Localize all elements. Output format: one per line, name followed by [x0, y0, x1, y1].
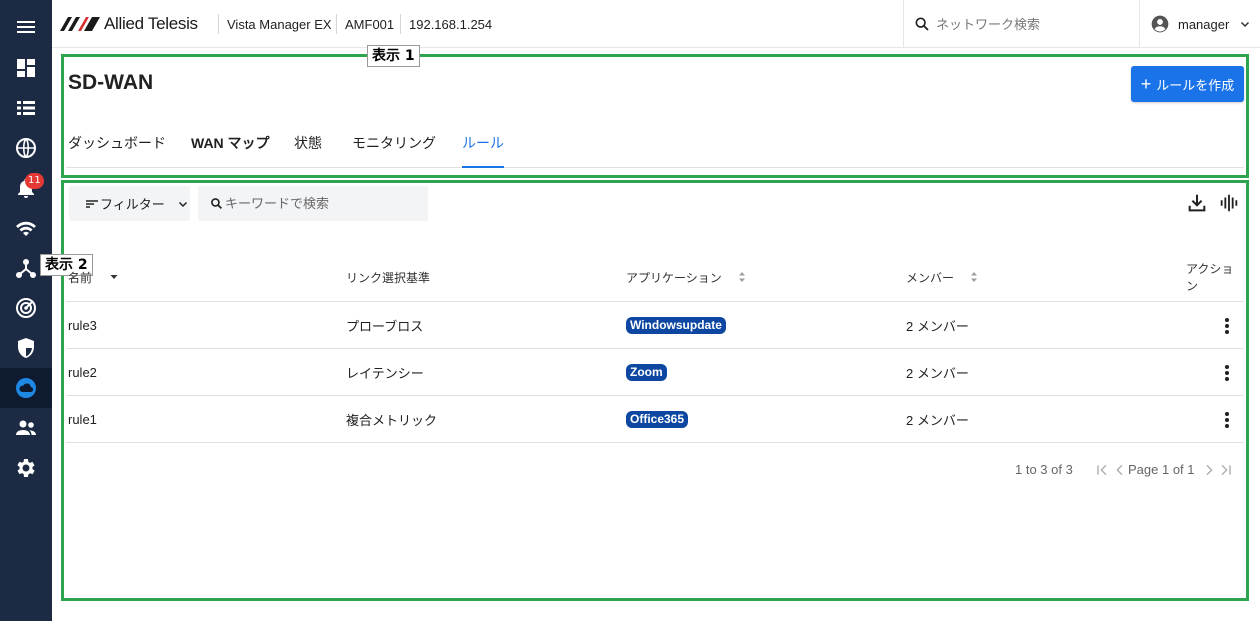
filter-lines-icon: [86, 199, 98, 208]
chevron-down-icon: [178, 201, 187, 207]
column-header-name[interactable]: 名前: [68, 252, 120, 302]
more-vert-icon[interactable]: [1216, 408, 1238, 432]
rule-members: 2 メンバー: [906, 366, 969, 381]
download-icon[interactable]: [1186, 192, 1208, 214]
app-cell: Office365: [626, 396, 689, 443]
dashboard-icon[interactable]: [0, 48, 52, 88]
app-root: 11 Allied Telesis Vista Manager EX AMF00…: [0, 0, 1260, 621]
sidebar: 11: [0, 0, 52, 621]
bell-icon[interactable]: 11: [0, 168, 52, 208]
table-row[interactable]: rule1 複合メトリック Office365 2 メンバー: [66, 396, 1244, 443]
tab-monitoring[interactable]: モニタリング: [352, 126, 436, 168]
cloud-icon[interactable]: [0, 368, 52, 408]
last-page-icon[interactable]: [1218, 462, 1234, 478]
next-page-icon[interactable]: [1201, 462, 1217, 478]
header-divider: [400, 14, 401, 34]
tab-dashboard[interactable]: ダッシュボード: [68, 126, 166, 168]
table-row[interactable]: rule2 レイテンシー Zoom 2 メンバー: [66, 349, 1244, 396]
filter-label: フィルター: [100, 197, 165, 212]
prev-page-icon[interactable]: [1112, 462, 1128, 478]
rule-members: 2 メンバー: [906, 413, 969, 428]
network-search[interactable]: [903, 0, 1139, 48]
keyword-search-input[interactable]: [225, 196, 425, 211]
search-icon: [211, 198, 222, 209]
app-chip: Zoom: [626, 364, 667, 381]
list-icon[interactable]: [0, 88, 52, 128]
column-settings-icon[interactable]: [1218, 192, 1240, 214]
more-vert-icon[interactable]: [1216, 314, 1238, 338]
rule-name: rule2: [68, 365, 97, 380]
more-vert-icon[interactable]: [1216, 361, 1238, 385]
rule-name: rule1: [68, 412, 97, 427]
chevron-down-icon: [1241, 21, 1250, 28]
user-menu[interactable]: manager: [1139, 0, 1260, 48]
search-icon: [915, 17, 929, 31]
top-header: Allied Telesis Vista Manager EX AMF001 1…: [52, 0, 1260, 48]
keyword-search[interactable]: [198, 186, 428, 221]
rule-criteria: プローブロス: [346, 319, 424, 334]
device-ip: 192.168.1.254: [409, 16, 493, 32]
column-label: アプリケーション: [626, 270, 722, 285]
tab-rules[interactable]: ルール: [462, 126, 504, 168]
network-search-input[interactable]: [936, 16, 1126, 32]
column-header-application[interactable]: アプリケーション: [626, 252, 748, 302]
column-header-criteria[interactable]: リンク選択基準: [346, 252, 430, 302]
wifi-icon[interactable]: [0, 208, 52, 248]
tab-status[interactable]: 状態: [294, 126, 322, 168]
device-name[interactable]: AMF001: [345, 0, 394, 48]
allied-telesis-logo-icon: [60, 17, 100, 31]
create-rule-button[interactable]: + ルールを作成: [1131, 66, 1244, 102]
sort-desc-icon: [110, 275, 118, 279]
app-chip: Office365: [626, 411, 689, 428]
sort-icon: [738, 272, 745, 282]
app-cell: Zoom: [626, 349, 667, 396]
rule-name: rule3: [68, 318, 97, 333]
brand-logo[interactable]: Allied Telesis: [60, 14, 198, 34]
column-header-actions: アクション: [1186, 252, 1244, 302]
column-header-members[interactable]: メンバー: [906, 252, 980, 302]
annotation-label-1: 表示 1: [367, 45, 420, 67]
app-cell: Windowsupdate: [626, 302, 726, 349]
plus-icon: +: [1140, 74, 1152, 94]
tab-bar: ダッシュボード WAN マップ 状態 モニタリング ルール: [66, 126, 1244, 168]
app-name: Vista Manager EX: [227, 16, 332, 32]
column-label: メンバー: [906, 270, 955, 285]
rule-criteria: レイテンシー: [346, 366, 424, 381]
rule-members: 2 メンバー: [906, 319, 969, 334]
tab-wan-map[interactable]: WAN マップ: [191, 126, 270, 168]
column-label: リンク選択基準: [346, 270, 431, 285]
table-header: 名前 リンク選択基準 アプリケーション メンバー アクション: [66, 252, 1244, 302]
column-label: アクション: [1186, 262, 1234, 293]
header-divider: [218, 14, 219, 34]
sort-icon: [971, 272, 978, 282]
header-divider: [336, 14, 337, 34]
menu-icon[interactable]: [0, 7, 52, 47]
filter-button[interactable]: フィルター: [69, 186, 190, 221]
globe-icon[interactable]: [0, 128, 52, 168]
pagination-page: Page 1 of 1: [1128, 462, 1195, 477]
brand-name: Allied Telesis: [104, 14, 198, 33]
shield-icon[interactable]: [0, 328, 52, 368]
column-label: 名前: [68, 270, 93, 285]
app-chip: Windowsupdate: [626, 317, 726, 334]
users-icon[interactable]: [0, 408, 52, 448]
user-name: manager: [1178, 16, 1230, 32]
alert-count-badge: 11: [25, 173, 44, 189]
radar-icon[interactable]: [0, 288, 52, 328]
create-rule-label: ルールを作成: [1156, 77, 1235, 93]
account-circle-icon: [1151, 15, 1169, 33]
rule-criteria: 複合メトリック: [346, 413, 438, 428]
pagination-range: 1 to 3 of 3: [1015, 462, 1073, 477]
table-row[interactable]: rule3 プローブロス Windowsupdate 2 メンバー: [66, 302, 1244, 349]
gear-icon[interactable]: [0, 448, 52, 488]
page-title: SD-WAN: [68, 71, 154, 94]
first-page-icon[interactable]: [1094, 462, 1110, 478]
